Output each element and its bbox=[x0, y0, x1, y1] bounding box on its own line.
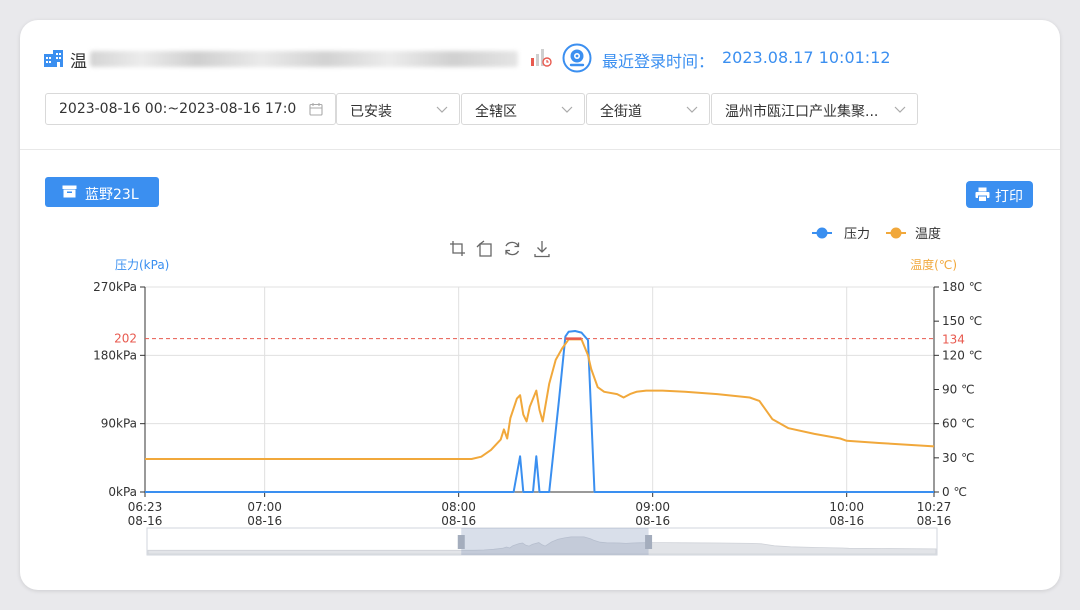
right-tick-label: 90 ℃ bbox=[942, 383, 975, 397]
legend-pressure[interactable]: 压力 bbox=[812, 227, 870, 242]
x-tick-time-label: 09:00 bbox=[635, 500, 670, 514]
zoom-selected-window[interactable] bbox=[461, 528, 649, 555]
pressure-threshold-label: 202 bbox=[114, 332, 137, 346]
legend-temperature[interactable]: 温度 bbox=[886, 226, 941, 242]
x-tick-time-label: 07:00 bbox=[247, 500, 282, 514]
x-axis: 06:2308-1607:0008-1608:0008-1609:0008-16… bbox=[128, 492, 952, 528]
temperature-series-line bbox=[145, 338, 935, 460]
right-axis: 0 ℃ 30 ℃ 60 ℃ 90 ℃ 120 ℃ 150 ℃ 180 ℃ bbox=[933, 280, 982, 499]
right-tick-label: 180 ℃ bbox=[942, 280, 982, 294]
x-tick-date-label: 08-16 bbox=[829, 514, 864, 528]
left-tick-label: 180kPa bbox=[93, 348, 137, 362]
legend-temperature-label: 温度 bbox=[915, 226, 941, 242]
right-tick-label: 0 ℃ bbox=[942, 485, 967, 499]
crop-icon[interactable] bbox=[450, 241, 465, 256]
x-tick-time-label: 08:00 bbox=[441, 500, 476, 514]
data-zoom-slider[interactable] bbox=[146, 527, 938, 556]
zoom-handle-end[interactable] bbox=[645, 535, 653, 549]
refresh-icon[interactable] bbox=[505, 241, 520, 256]
right-axis-title: 温度(℃) bbox=[910, 257, 957, 272]
chart-grid bbox=[144, 286, 935, 493]
x-tick-date-label: 08-16 bbox=[247, 514, 282, 528]
legend-pressure-label: 压力 bbox=[844, 227, 870, 242]
undo-icon[interactable] bbox=[476, 240, 492, 257]
pressure-temperature-chart: 压力 温度 压力(kPa) 温度(℃) 0kPa 90kPa 180kPa 270kP… bbox=[93, 226, 982, 556]
x-tick-date-label: 08-16 bbox=[917, 514, 952, 528]
left-tick-label: 0kPa bbox=[108, 485, 137, 499]
main-card: 温 最近登录时间： 2023.08.17 10:01:12 2023-08-16… bbox=[20, 20, 1060, 590]
chart-legend: 压力 温度 bbox=[812, 226, 941, 242]
x-tick-date-label: 08-16 bbox=[441, 514, 476, 528]
left-axis-title: 压力(kPa) bbox=[115, 258, 169, 272]
chart-toolbox bbox=[450, 240, 550, 258]
right-tick-label: 150 ℃ bbox=[942, 314, 982, 328]
x-tick-time-label: 10:27 bbox=[917, 500, 952, 514]
threshold-lines: 202 134 bbox=[114, 332, 965, 347]
x-tick-date-label: 08-16 bbox=[128, 514, 163, 528]
x-tick-date-label: 08-16 bbox=[635, 514, 670, 528]
x-tick-time-label: 06:23 bbox=[128, 500, 163, 514]
right-tick-label: 120 ℃ bbox=[942, 348, 982, 362]
x-tick-time-label: 10:00 bbox=[829, 500, 864, 514]
left-tick-label: 270kPa bbox=[93, 280, 137, 294]
left-tick-label: 90kPa bbox=[101, 417, 137, 431]
zoom-handle-start[interactable] bbox=[457, 535, 465, 549]
download-icon[interactable] bbox=[534, 241, 550, 258]
left-axis: 0kPa 90kPa 180kPa 270kPa bbox=[93, 280, 146, 499]
right-tick-label: 30 ℃ bbox=[942, 451, 975, 465]
right-tick-label: 60 ℃ bbox=[942, 417, 975, 431]
temperature-threshold-label: 134 bbox=[942, 332, 965, 346]
